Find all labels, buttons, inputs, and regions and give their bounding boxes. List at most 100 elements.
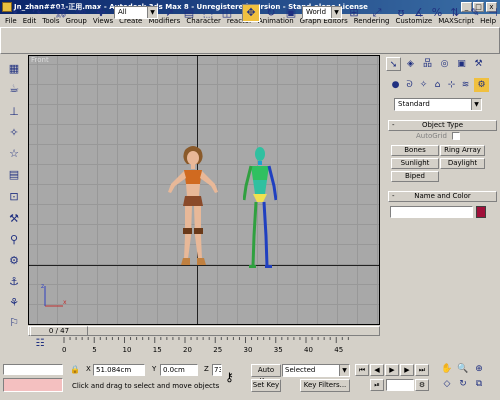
utilities-tab-icon[interactable]: ⚒	[471, 57, 486, 71]
redo-icon[interactable]: ↷	[28, 4, 46, 22]
select-by-name-icon[interactable]: ▤	[180, 4, 198, 22]
hierarchy-tab-icon[interactable]: 品	[420, 57, 435, 71]
zoom-icon[interactable]: 🔍	[456, 364, 470, 376]
teapot-icon[interactable]: ☕	[5, 80, 23, 98]
select-and-rotate-icon[interactable]: ↻	[262, 4, 280, 22]
select-and-scale-icon[interactable]: ▣	[282, 4, 300, 22]
reference-coordinate-dropdown[interactable]: World ▼	[302, 6, 342, 19]
display-tab-icon[interactable]: ▣	[454, 57, 469, 71]
pivot-center-icon[interactable]: ⊞	[345, 4, 363, 22]
key-mode-dropdown[interactable]: Selected ▼	[282, 364, 350, 377]
shapes-category-icon[interactable]: ᘐ	[402, 78, 417, 92]
spacewarps-category-icon[interactable]: ≋	[458, 78, 473, 92]
gear-icon[interactable]: ⚙	[5, 252, 23, 270]
track-bar-ruler[interactable]: 0 5 10 15 20 25 30 35 40 45	[28, 337, 380, 355]
angle-snap-icon[interactable]: ∡	[410, 4, 428, 22]
sunlight-button[interactable]: Sunlight	[391, 158, 439, 169]
object-type-rollout-header[interactable]: - Object Type	[388, 120, 497, 131]
biped-skeleton[interactable]	[243, 146, 277, 270]
create-tab-icon[interactable]: ➘	[386, 57, 401, 71]
hierarchy-icon[interactable]: ⚲	[5, 231, 23, 249]
auto-key-button[interactable]: Auto Key	[251, 364, 281, 385]
bind-space-warp-icon[interactable]: ✣	[92, 4, 110, 22]
y-coord-field[interactable]: 0.0cm	[160, 364, 198, 376]
svg-text:x: x	[63, 299, 67, 306]
object-color-swatch[interactable]	[476, 206, 486, 218]
chevron-down-icon: ▼	[471, 99, 481, 110]
maxscript-output-field[interactable]	[3, 378, 63, 392]
viewport-label[interactable]: Front	[31, 56, 49, 64]
track-tick-label: 20	[183, 346, 192, 354]
category-dropdown[interactable]: Standard ▼	[394, 98, 482, 111]
helpers-category-icon[interactable]: ⊹	[444, 78, 459, 92]
layers-icon[interactable]: ▤	[5, 166, 23, 184]
autogrid-checkbox[interactable]	[452, 132, 460, 140]
play-icon[interactable]: ▶	[385, 364, 399, 376]
motion-tab-icon[interactable]: ◎	[437, 57, 452, 71]
wrench-icon[interactable]: ⚒	[5, 210, 23, 228]
z-coord-field[interactable]: 73	[212, 364, 222, 376]
camera-icon[interactable]: ⊥	[5, 103, 23, 121]
cameras-category-icon[interactable]: ⌂	[430, 78, 445, 92]
modifier-icon[interactable]: ⊡	[5, 188, 23, 206]
select-and-move-icon[interactable]: ✥	[242, 4, 260, 22]
geometry-category-icon[interactable]: ●	[388, 78, 403, 92]
utilities-icon[interactable]: ⚐	[5, 314, 23, 332]
select-and-manipulate-icon[interactable]: ⤢	[368, 4, 386, 22]
svg-text:z: z	[41, 283, 44, 290]
object-name-field[interactable]	[390, 206, 473, 218]
key-mode-toggle-icon[interactable]: ⏯	[370, 379, 384, 391]
modify-tab-icon[interactable]: ◈	[403, 57, 418, 71]
bones-button[interactable]: Bones	[391, 145, 439, 156]
light-icon[interactable]: ✧	[5, 124, 23, 142]
go-to-end-icon[interactable]: ⏭	[415, 364, 429, 376]
spinner-snap-icon[interactable]: ⇅	[446, 4, 464, 22]
unlink-icon[interactable]: ⚯	[72, 4, 90, 22]
front-viewport[interactable]: Front x z	[28, 55, 380, 325]
named-selection-icon[interactable]: ✎	[466, 4, 484, 22]
selection-filter-dropdown[interactable]: All ▼	[114, 6, 158, 19]
key-icon[interactable]: ⚷	[225, 370, 234, 384]
time-configuration-icon[interactable]: ⚙	[415, 379, 429, 391]
character-model[interactable]	[163, 144, 223, 269]
lock-icon[interactable]: 🔒	[70, 365, 80, 375]
snap-toggle-icon[interactable]: ʊ	[392, 4, 410, 22]
previous-frame-icon[interactable]: ◀	[370, 364, 384, 376]
set-key-button[interactable]: Set Key	[251, 379, 281, 392]
zoom-all-icon[interactable]: ⊕	[472, 364, 486, 376]
daylight-button[interactable]: Daylight	[440, 158, 485, 169]
bone-icon[interactable]: ⚘	[5, 294, 23, 312]
x-label: X	[86, 365, 91, 373]
current-frame-field[interactable]	[386, 379, 414, 391]
key-mode-value: Selected	[285, 366, 316, 374]
field-of-view-icon[interactable]: ◇	[440, 379, 454, 391]
percent-snap-icon[interactable]: %	[428, 4, 446, 22]
time-slider-thumb[interactable]: 0 / 47	[30, 326, 88, 336]
track-bar[interactable]: 0 5 10 15 20 25 30 35 40 45	[28, 337, 380, 355]
create-box-icon[interactable]: ▦	[5, 60, 23, 78]
systems-category-icon[interactable]: ⚙	[474, 78, 489, 92]
name-color-rollout-header[interactable]: - Name and Color	[388, 191, 497, 202]
track-tick-label: 40	[304, 346, 313, 354]
lights-category-icon[interactable]: ✧	[416, 78, 431, 92]
ring-array-button[interactable]: Ring Array	[440, 145, 485, 156]
mirror-icon[interactable]: ⊣	[484, 4, 500, 22]
select-object-icon[interactable]: ➚	[161, 4, 179, 22]
rectangular-selection-icon[interactable]: ⬚	[199, 4, 217, 22]
axis-tripod-icon: x z	[41, 283, 67, 307]
go-to-start-icon[interactable]: ⏮	[355, 364, 369, 376]
window-crossing-icon[interactable]: ◫	[218, 4, 236, 22]
star-icon[interactable]: ☆	[5, 145, 23, 163]
motion-icon[interactable]: ⚓	[5, 273, 23, 291]
chevron-down-icon: ▼	[331, 7, 341, 18]
select-and-link-icon[interactable]: ⛓	[52, 4, 70, 22]
biped-button[interactable]: Biped	[391, 171, 439, 182]
next-frame-icon[interactable]: ▶	[400, 364, 414, 376]
maxscript-listener-field[interactable]	[3, 364, 63, 375]
x-coord-field[interactable]: 51.084cm	[93, 364, 145, 376]
undo-icon[interactable]: ↶	[8, 4, 26, 22]
maximize-viewport-icon[interactable]: ⧉	[472, 379, 486, 391]
key-filters-button[interactable]: Key Filters...	[300, 379, 350, 392]
pan-icon[interactable]: ✋	[440, 364, 454, 376]
arc-rotate-icon[interactable]: ↻	[456, 379, 470, 391]
